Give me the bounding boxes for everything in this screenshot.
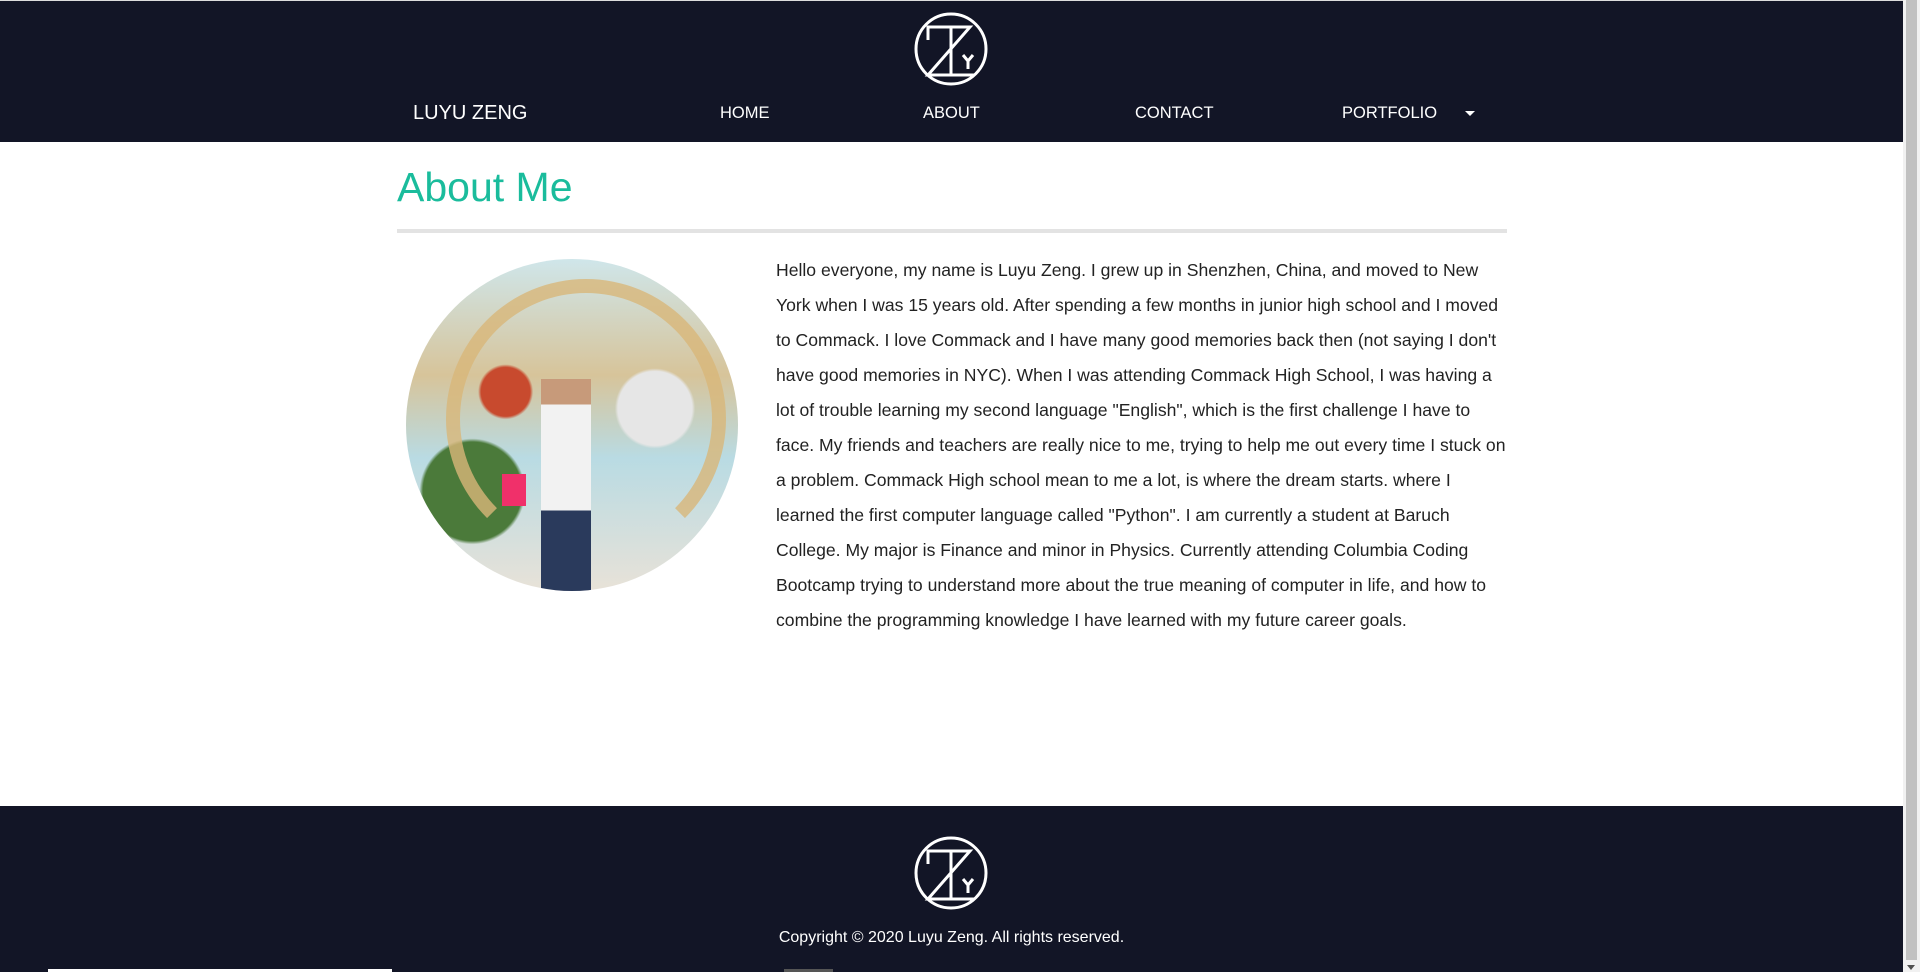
copyright: Copyright © 2020 Luyu Zeng. All rights r… [778, 929, 1125, 946]
logo-icon[interactable] [913, 11, 989, 87]
site-footer [0, 806, 1903, 972]
page: LUYU ZENG HOME ABOUT CONTACT PORTFOLIO A… [0, 0, 1903, 972]
scrollbar[interactable] [1903, 0, 1920, 972]
footer-logo-icon [913, 835, 989, 911]
site-header: LUYU ZENG HOME ABOUT CONTACT PORTFOLIO [0, 0, 1903, 142]
brand-name[interactable]: LUYU ZENG [413, 102, 527, 125]
photo-person [541, 379, 591, 591]
nav-contact[interactable]: CONTACT [1135, 104, 1214, 123]
page-title: About Me [397, 164, 573, 210]
scroll-down-icon[interactable] [1907, 965, 1915, 970]
chevron-down-icon[interactable] [1465, 111, 1475, 116]
nav-portfolio[interactable]: PORTFOLIO [1342, 104, 1437, 123]
photo-bag [502, 474, 526, 506]
nav-about[interactable]: ABOUT [923, 104, 980, 123]
nav-home[interactable]: HOME [720, 104, 770, 123]
divider [397, 229, 1507, 233]
bio-text: Hello everyone, my name is Luyu Zeng. I … [776, 260, 1506, 630]
profile-photo [406, 259, 738, 591]
scrollbar-thumb[interactable] [1906, 0, 1917, 960]
